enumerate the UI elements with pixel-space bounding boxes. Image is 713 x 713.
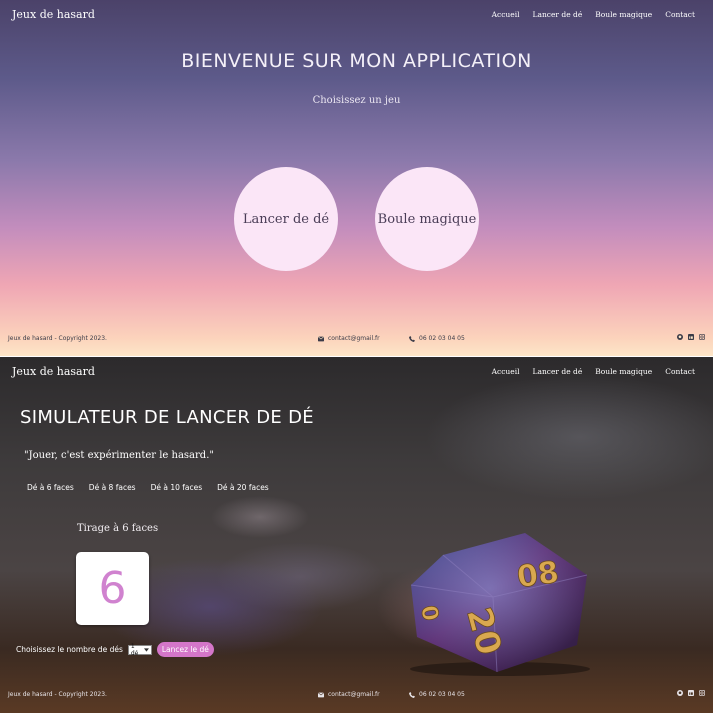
home-screen: Jeux de hasard Accueil Lancer de dé Boul… <box>0 0 713 356</box>
page-quote: "Jouer, c'est expérimenter le hasard." <box>24 450 214 461</box>
linkedin-icon[interactable] <box>688 334 694 340</box>
footer-social-links <box>677 334 705 340</box>
page-title: SIMULATEUR DE LANCER DE DÉ <box>20 407 314 428</box>
nav-link-lancer-de-de[interactable]: Lancer de dé <box>533 367 583 376</box>
page-title: BIENVENUE SUR MON APPLICATION <box>181 50 532 72</box>
instagram-icon[interactable] <box>699 334 705 340</box>
footer: Jeux de hasard - Copyright 2023. contact… <box>0 688 713 702</box>
envelope-icon <box>318 691 324 697</box>
github-icon[interactable] <box>677 690 683 696</box>
game-button-lancer-de-de[interactable]: Lancer de dé <box>234 167 338 271</box>
footer-email[interactable]: contact@gmail.fr <box>318 335 380 342</box>
nav-link-boule-magique[interactable]: Boule magique <box>595 367 652 376</box>
github-icon[interactable] <box>677 334 683 340</box>
phone-icon <box>409 691 415 698</box>
dice-result-value: 6 <box>98 563 127 614</box>
roll-dice-button[interactable]: Lancez le dé <box>156 642 214 657</box>
dice-count-label: Choisissez le nombre de dés <box>16 645 123 654</box>
phone-icon <box>409 335 415 342</box>
footer: Jeux de hasard - Copyright 2023. contact… <box>0 332 713 346</box>
instagram-icon[interactable] <box>699 690 705 696</box>
footer-phone-text: 06 02 03 04 05 <box>419 691 465 698</box>
footer-email[interactable]: contact@gmail.fr <box>318 691 380 698</box>
draw-label: Tirage à 6 faces <box>77 523 159 534</box>
nav-link-accueil[interactable]: Accueil <box>492 367 520 376</box>
footer-phone-text: 06 02 03 04 05 <box>419 335 465 342</box>
dice-simulator-screen: Jeux de hasard Accueil Lancer de dé Boul… <box>0 357 713 713</box>
tab-d20[interactable]: Dé à 20 faces <box>217 483 269 492</box>
dice-count-select[interactable]: 1 dé <box>127 642 152 657</box>
tab-d6[interactable]: Dé à 6 faces <box>27 483 74 492</box>
tab-d8[interactable]: Dé à 8 faces <box>89 483 136 492</box>
dice-result-card: 6 <box>76 552 149 625</box>
dice-type-tabs: Dé à 6 faces Dé à 8 faces Dé à 10 faces … <box>27 483 269 492</box>
nav-links: Accueil Lancer de dé Boule magique Conta… <box>492 367 695 376</box>
footer-phone: 06 02 03 04 05 <box>409 691 465 698</box>
nav-link-boule-magique[interactable]: Boule magique <box>595 10 652 19</box>
roll-controls: Choisissez le nombre de dés 1 dé Lancez … <box>16 642 214 657</box>
game-button-boule-magique[interactable]: Boule magique <box>375 167 479 271</box>
footer-copyright: Jeux de hasard - Copyright 2023. <box>8 691 107 698</box>
nav-link-lancer-de-de[interactable]: Lancer de dé <box>533 10 583 19</box>
d10-die-image: 08 20 0 <box>410 533 590 676</box>
footer-phone: 06 02 03 04 05 <box>409 335 465 342</box>
chevron-down-icon <box>143 647 149 652</box>
page-subtitle: Choisissez un jeu <box>312 95 401 106</box>
linkedin-icon[interactable] <box>688 690 694 696</box>
nav-link-contact[interactable]: Contact <box>665 10 695 19</box>
brand-logo[interactable]: Jeux de hasard <box>12 8 95 21</box>
nav-links: Accueil Lancer de dé Boule magique Conta… <box>492 10 695 19</box>
brand-logo[interactable]: Jeux de hasard <box>12 365 95 378</box>
dice-count-value: 1 dé <box>130 642 139 657</box>
nav-link-contact[interactable]: Contact <box>665 367 695 376</box>
footer-copyright: Jeux de hasard - Copyright 2023. <box>8 335 107 342</box>
envelope-icon <box>318 335 324 341</box>
svg-text:08: 08 <box>515 555 561 595</box>
navbar: Jeux de hasard Accueil Lancer de dé Boul… <box>0 357 713 387</box>
footer-social-links <box>677 690 705 696</box>
tab-d10[interactable]: Dé à 10 faces <box>151 483 203 492</box>
footer-email-text: contact@gmail.fr <box>328 335 380 342</box>
nav-link-accueil[interactable]: Accueil <box>492 10 520 19</box>
navbar: Jeux de hasard Accueil Lancer de dé Boul… <box>0 0 713 30</box>
footer-email-text: contact@gmail.fr <box>328 691 380 698</box>
